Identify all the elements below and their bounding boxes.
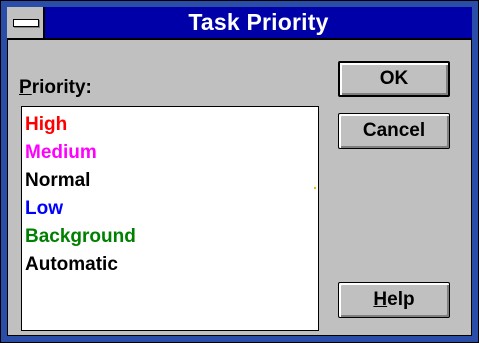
task-priority-dialog: Task Priority Priority: High Medium Normal…	[0, 0, 479, 343]
system-menu-bar	[13, 19, 39, 27]
stray-pixel	[314, 187, 316, 189]
list-item-normal[interactable]: Normal	[22, 167, 318, 195]
title-bar[interactable]: Task Priority	[7, 7, 472, 40]
priority-listbox[interactable]: High Medium Normal Low Background Automatic	[21, 106, 319, 331]
help-button-text: elp	[387, 289, 415, 310]
system-menu-icon[interactable]	[7, 7, 45, 38]
ok-button[interactable]: OK	[338, 61, 450, 97]
priority-label-text: riority:	[31, 77, 92, 98]
list-item-high[interactable]: High	[22, 111, 318, 139]
priority-label-mnemonic: P	[19, 77, 32, 98]
priority-label: Priority:	[19, 77, 92, 99]
list-item-low[interactable]: Low	[22, 195, 318, 223]
list-item-automatic[interactable]: Automatic	[22, 251, 318, 279]
list-item-background[interactable]: Background	[22, 223, 318, 251]
cancel-button[interactable]: Cancel	[338, 113, 450, 149]
help-button-mnemonic: H	[373, 289, 388, 310]
list-item-medium[interactable]: Medium	[22, 139, 318, 167]
help-button[interactable]: Help	[338, 282, 450, 318]
window-title: Task Priority	[188, 9, 329, 35]
